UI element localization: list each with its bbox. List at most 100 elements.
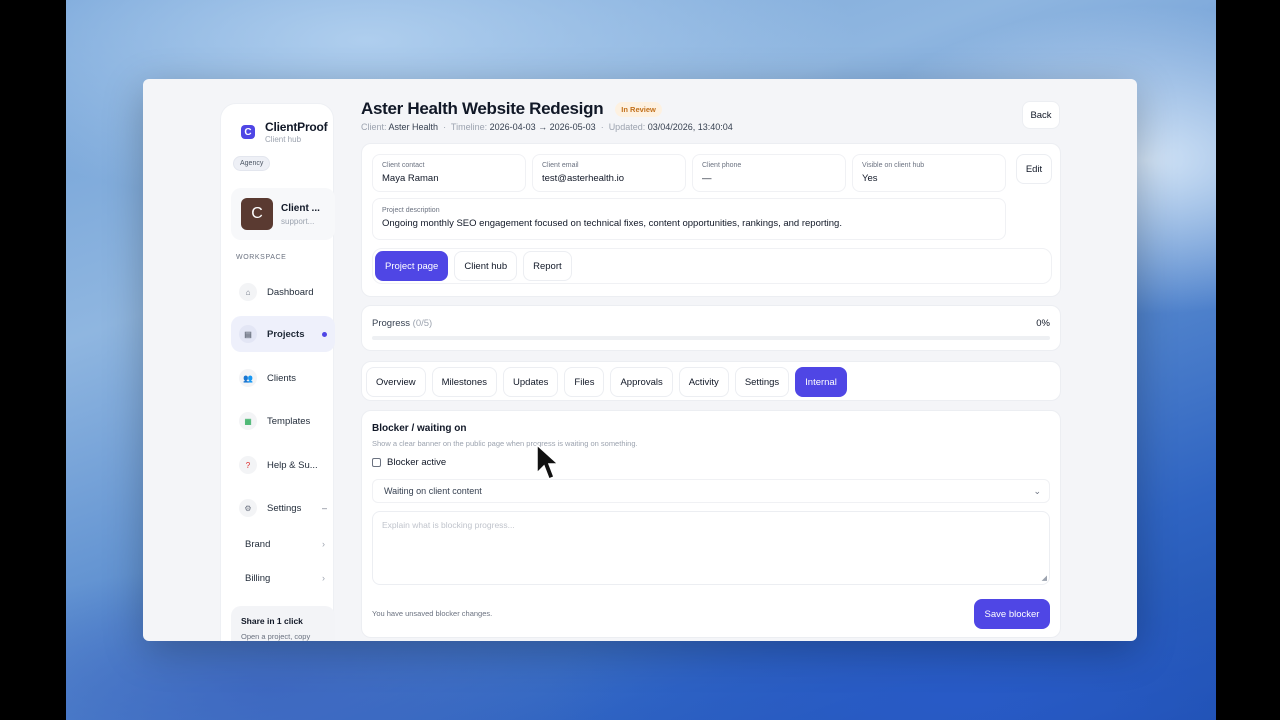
resize-handle-icon[interactable]: ◢ (1042, 574, 1047, 582)
tab-bar: Overview Milestones Updates Files Approv… (366, 367, 847, 397)
meta-timeline-value: 2026-04-03 → 2026-05-03 (489, 122, 596, 132)
chevron-down-icon: ⌄ (1033, 485, 1041, 496)
field-label: Client contact (382, 162, 425, 169)
project-meta: Client: Aster Health · Timeline: 2026-04… (361, 122, 733, 132)
tab-milestones[interactable]: Milestones (431, 367, 498, 397)
brand[interactable]: C ClientProof Client hub (241, 120, 328, 144)
client-contact-field: Client contact Maya Raman (372, 154, 526, 192)
sidebar-item-projects[interactable]: ▤ Projects (231, 316, 335, 352)
client-switcher[interactable]: C Client ... support... (231, 188, 335, 240)
field-label: Project description (382, 207, 440, 214)
back-button[interactable]: Back (1022, 101, 1060, 129)
field-label: Client email (542, 162, 579, 169)
brand-subtitle: Client hub (265, 135, 302, 144)
tabs-card: Overview Milestones Updates Files Approv… (361, 361, 1061, 401)
field-value: Ongoing monthly SEO engagement focused o… (382, 218, 842, 229)
page-header: Aster Health Website Redesign In Review (361, 99, 662, 119)
tab-settings[interactable]: Settings (734, 367, 790, 397)
share-text: Open a project, copy (241, 632, 311, 641)
field-value: — (702, 173, 712, 184)
progress-title: Progress (372, 318, 411, 329)
chevron-right-icon: › (322, 573, 325, 583)
textarea-placeholder: Explain what is blocking progress... (382, 520, 515, 530)
report-button[interactable]: Report (523, 251, 572, 281)
client-hub-visibility-field: Visible on client hub Yes (852, 154, 1006, 192)
gear-icon: ⚙ (239, 499, 257, 517)
share-card: Share in 1 click Open a project, copy (231, 606, 335, 641)
field-value: Maya Raman (382, 173, 439, 184)
mouse-cursor-icon (536, 443, 559, 480)
save-blocker-button[interactable]: Save blocker (974, 599, 1050, 629)
tab-updates[interactable]: Updates (503, 367, 559, 397)
sidebar-item-label: Help & Su... (267, 459, 318, 471)
select-value: Waiting on client content (384, 486, 482, 496)
sidebar-item-templates[interactable]: ▦ Templates (231, 403, 335, 439)
collapse-icon[interactable]: – (322, 503, 327, 513)
sidebar-item-help[interactable]: ? Help & Su... (231, 447, 335, 483)
tab-internal[interactable]: Internal (795, 367, 847, 397)
progress-card: Progress (0/5) 0% (361, 305, 1061, 351)
field-value: test@asterhealth.io (542, 173, 624, 184)
blocker-title: Blocker / waiting on (372, 423, 467, 434)
templates-icon: ▦ (239, 412, 257, 430)
blocker-details-textarea[interactable]: Explain what is blocking progress... ◢ (372, 511, 1050, 585)
sidebar-item-label: Settings (267, 502, 302, 514)
tab-activity[interactable]: Activity (678, 367, 729, 397)
sidebar-item-dashboard[interactable]: ⌂ Dashboard (231, 274, 335, 310)
sidebar-item-settings[interactable]: ⚙ Settings – (231, 490, 335, 526)
active-indicator-dot (322, 331, 327, 337)
sidebar-item-label: Projects (267, 328, 305, 340)
client-subtitle: support... (281, 216, 315, 226)
avatar: C (241, 198, 273, 230)
blocker-card: Blocker / waiting on Show a clear banner… (361, 410, 1061, 638)
tab-overview[interactable]: Overview (366, 367, 426, 397)
meta-updated-value: 03/04/2026, 13:40:04 (647, 122, 733, 132)
status-badge: In Review (615, 101, 662, 117)
subitem-label: Billing (245, 572, 271, 584)
main-content: Aster Health Website Redesign In Review … (361, 79, 1137, 641)
meta-timeline-label: Timeline: (450, 122, 488, 132)
meta-client-label: Client: (361, 122, 387, 132)
client-email-field: Client email test@asterhealth.io (532, 154, 686, 192)
brand-name: ClientProof (265, 120, 328, 134)
field-label: Visible on client hub (862, 162, 925, 169)
meta-updated-label: Updated: (608, 122, 646, 132)
field-label: Client phone (702, 162, 742, 169)
workspace-section-label: WORKSPACE (236, 254, 287, 261)
edit-button[interactable]: Edit (1016, 154, 1052, 184)
app-window: C ClientProof Client hub Agency C Client… (143, 79, 1137, 641)
blocker-reason-select[interactable]: Waiting on client content ⌄ (372, 479, 1050, 503)
progress-percent: 0% (1036, 318, 1050, 329)
sidebar-subitem-billing[interactable]: Billing › (231, 565, 335, 591)
folder-icon: ▤ (239, 325, 257, 343)
chevron-right-icon: › (322, 539, 325, 549)
sidebar-item-label: Dashboard (267, 286, 314, 298)
project-page-button[interactable]: Project page (375, 251, 449, 281)
client-name: Client ... (281, 202, 320, 214)
share-title: Share in 1 click (241, 616, 303, 626)
view-switcher: Project page Client hub Report (372, 248, 1052, 284)
sidebar-item-label: Clients (267, 372, 297, 384)
sidebar-subitem-brand[interactable]: Brand › (231, 531, 335, 557)
sidebar: C ClientProof Client hub Agency C Client… (220, 103, 335, 641)
page-title: Aster Health Website Redesign (361, 99, 604, 118)
tab-files[interactable]: Files (564, 367, 605, 397)
sidebar-item-label: Templates (267, 415, 311, 427)
project-details-card: Client contact Maya Raman Client email t… (361, 143, 1061, 297)
progress-bar (372, 336, 1050, 340)
blocker-active-toggle[interactable]: Blocker active (372, 457, 446, 468)
tab-approvals[interactable]: Approvals (610, 367, 673, 397)
client-hub-button[interactable]: Client hub (454, 251, 518, 281)
unsaved-changes-notice: You have unsaved blocker changes. (372, 609, 493, 618)
field-value: Yes (862, 173, 878, 184)
role-badge: Agency (233, 156, 271, 171)
meta-client-value: Aster Health (388, 122, 439, 132)
help-icon: ? (239, 456, 257, 474)
users-icon: 👥 (239, 369, 257, 387)
project-description-field: Project description Ongoing monthly SEO … (372, 198, 1006, 240)
client-phone-field: Client phone — (692, 154, 846, 192)
progress-label: Progress (0/5) (372, 318, 432, 329)
blocker-active-checkbox[interactable] (372, 458, 381, 467)
home-icon: ⌂ (239, 283, 257, 301)
sidebar-item-clients[interactable]: 👥 Clients (231, 360, 335, 396)
